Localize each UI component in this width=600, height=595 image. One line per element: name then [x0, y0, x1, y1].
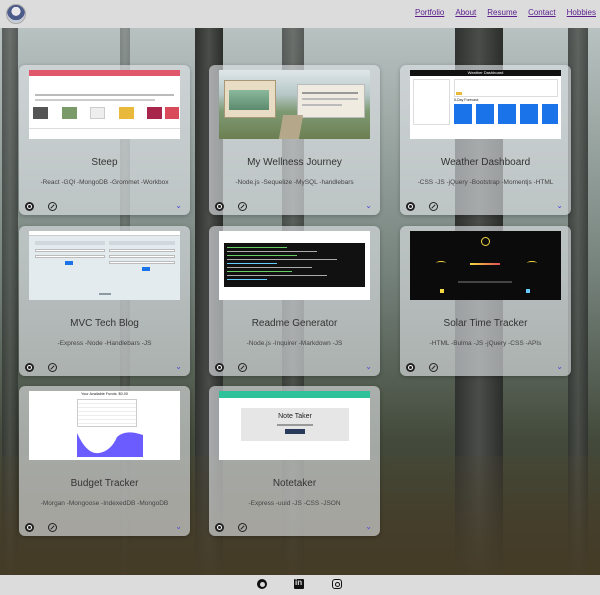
- chevron-down-icon[interactable]: ⌄: [175, 363, 182, 371]
- project-title: Notetaker: [272, 478, 317, 489]
- instagram-icon[interactable]: [332, 579, 342, 589]
- deployed-link-icon[interactable]: [48, 523, 57, 532]
- github-icon[interactable]: [406, 363, 415, 372]
- project-tech-list: -React -GQl -MongoDB -Grommet -Workbox: [40, 179, 169, 186]
- chevron-down-icon[interactable]: ⌄: [365, 202, 372, 210]
- deployed-link-icon[interactable]: [238, 523, 247, 532]
- github-icon[interactable]: [406, 202, 415, 211]
- project-tech-list: -Express -uuid -JS -CSS -JSON: [248, 500, 341, 507]
- project-screenshot[interactable]: Note Taker: [219, 391, 370, 460]
- project-title: Readme Generator: [251, 318, 338, 329]
- deployed-link-icon[interactable]: [48, 202, 57, 211]
- project-card-blog: MVC Tech Blog -Express -Node -Handlebars…: [19, 226, 190, 376]
- deployed-link-icon[interactable]: [429, 202, 438, 211]
- github-icon[interactable]: [215, 523, 224, 532]
- github-icon[interactable]: [25, 523, 34, 532]
- project-card-wellness: My Wellness Journey -Node.js -Sequelize …: [209, 65, 380, 215]
- project-tech-list: -Node.js -Sequelize -MySQL -handlebars: [235, 179, 354, 186]
- deployed-link-icon[interactable]: [48, 363, 57, 372]
- project-tech-list: -Node.js -Inquirer -Markdown -JS: [246, 340, 343, 347]
- nav-link-resume[interactable]: Resume: [487, 8, 517, 17]
- linkedin-icon[interactable]: [294, 578, 304, 589]
- footer: [0, 575, 600, 595]
- project-screenshot[interactable]: Your Available Funds: $0.00: [29, 391, 180, 460]
- project-title: My Wellness Journey: [247, 157, 342, 168]
- project-tech-list: -CSS -JS -jQuery -Bootstrap -Momentjs -H…: [417, 179, 554, 186]
- deployed-link-icon[interactable]: [238, 363, 247, 372]
- github-icon[interactable]: [257, 579, 267, 589]
- nav-link-contact[interactable]: Contact: [528, 8, 556, 17]
- nav-link-hobbies[interactable]: Hobbies: [567, 8, 596, 17]
- chevron-down-icon[interactable]: ⌄: [556, 363, 563, 371]
- github-icon[interactable]: [215, 202, 224, 211]
- chevron-down-icon[interactable]: ⌄: [556, 202, 563, 210]
- project-tech-list: -Express -Node -Handlebars -JS: [57, 340, 152, 347]
- avatar[interactable]: [6, 4, 26, 24]
- project-tech-list: -HTML -Bulma -JS -jQuery -CSS -APIs: [429, 340, 542, 347]
- project-card-budget: Your Available Funds: $0.00 Budget Track…: [19, 386, 190, 536]
- project-screenshot[interactable]: [219, 231, 370, 300]
- project-title: Weather Dashboard: [440, 157, 531, 168]
- project-card-solar: Solar Time Tracker -HTML -Bulma -JS -jQu…: [400, 226, 571, 376]
- project-title: Budget Tracker: [70, 478, 139, 489]
- nav-link-portfolio[interactable]: Portfolio: [415, 8, 444, 17]
- chevron-down-icon[interactable]: ⌄: [175, 523, 182, 531]
- project-title: MVC Tech Blog: [70, 318, 139, 329]
- project-card-notetaker: Note Taker Notetaker -Express -uuid -JS …: [209, 386, 380, 536]
- chevron-down-icon[interactable]: ⌄: [175, 202, 182, 210]
- github-icon[interactable]: [25, 202, 34, 211]
- project-screenshot[interactable]: [410, 231, 561, 300]
- chevron-down-icon[interactable]: ⌄: [365, 523, 372, 531]
- project-card-weather: Weather Dashboard 5-Day Forecast: Weathe…: [400, 65, 571, 215]
- project-card-readme: Readme Generator -Node.js -Inquirer -Mar…: [209, 226, 380, 376]
- project-card-steep: Steep -React -GQl -MongoDB -Grommet -Wor…: [19, 65, 190, 215]
- project-screenshot[interactable]: [219, 70, 370, 139]
- project-screenshot[interactable]: [29, 231, 180, 300]
- nav-links: Portfolio About Resume Contact Hobbies: [415, 8, 596, 17]
- project-screenshot[interactable]: [29, 70, 180, 139]
- nav-link-about[interactable]: About: [455, 8, 476, 17]
- deployed-link-icon[interactable]: [238, 202, 247, 211]
- project-title: Solar Time Tracker: [443, 318, 528, 329]
- project-title: Steep: [91, 157, 118, 168]
- chevron-down-icon[interactable]: ⌄: [365, 363, 372, 371]
- project-screenshot[interactable]: Weather Dashboard 5-Day Forecast:: [410, 70, 561, 139]
- deployed-link-icon[interactable]: [429, 363, 438, 372]
- navbar: Portfolio About Resume Contact Hobbies: [0, 0, 600, 28]
- github-icon[interactable]: [25, 363, 34, 372]
- github-icon[interactable]: [215, 363, 224, 372]
- project-tech-list: -Morgan -Mongoose -IndexedDB -MongoDB: [40, 500, 169, 507]
